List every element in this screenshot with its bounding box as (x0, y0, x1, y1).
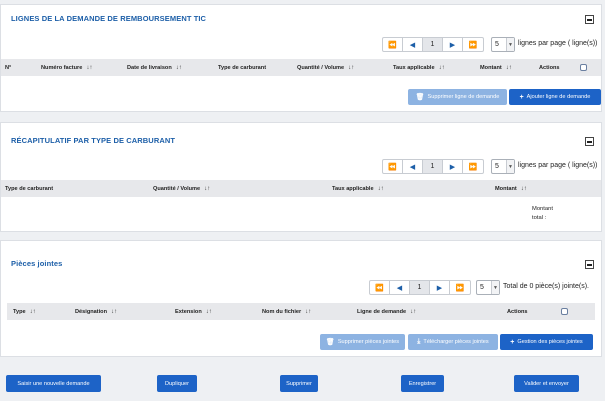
last-page-button[interactable]: ⏩ (463, 38, 483, 51)
col-actions: Actions (507, 308, 528, 315)
col-extension[interactable]: Extension ↓↑ (175, 303, 212, 320)
summary-panel: RÉCAPITULATIF PAR TYPE DE CARBURANT ⏪ ◀ … (0, 122, 602, 232)
trash-icon: 🗑 (325, 339, 335, 346)
sort-icon: ↓↑ (175, 64, 182, 71)
attachments-panel-title: Pièces jointes (11, 259, 63, 268)
page-size-value: 5 (480, 284, 484, 291)
sort-icon: ↓↑ (410, 308, 417, 315)
validate-send-button[interactable]: Valider et envoyer (514, 375, 579, 392)
download-attachments-button[interactable]: ⤓ Télécharger pièces jointes (408, 334, 498, 350)
prev-page-button[interactable]: ◀ (403, 38, 423, 51)
attachments-total-label: Total de 0 pièce(s) jointe(s). (503, 283, 589, 290)
sort-icon: ↓↑ (505, 64, 512, 71)
last-page-button[interactable]: ⏩ (450, 281, 470, 294)
col-actions: Actions (539, 64, 560, 71)
col-number[interactable]: N° (5, 59, 11, 76)
save-button[interactable]: Enregistrer (401, 375, 444, 392)
trash-icon: 🗑 (415, 94, 425, 101)
col-file-name[interactable]: Nom du fichier ↓↑ (262, 303, 311, 320)
collapse-icon[interactable] (585, 260, 594, 269)
last-page-button[interactable]: ⏩ (463, 160, 483, 173)
col-amount[interactable]: Montant ↓↑ (495, 180, 527, 197)
delete-line-button[interactable]: 🗑 Supprimer ligne de demande (408, 89, 507, 105)
col-amount[interactable]: Montant ↓↑ (480, 59, 512, 76)
current-page[interactable]: 1 (423, 38, 443, 51)
sort-icon: ↓↑ (111, 308, 118, 315)
delete-attachments-button[interactable]: 🗑 Supprimer pièces jointes (320, 334, 405, 350)
next-page-button[interactable]: ▶ (430, 281, 450, 294)
sort-icon: ↓↑ (348, 64, 355, 71)
lines-table-header: N° Numéro facture ↓↑ Date de livraison ↓↑ … (1, 59, 601, 76)
col-request-line[interactable]: Ligne de demande ↓↑ (357, 303, 416, 320)
download-icon: ⤓ (417, 338, 421, 345)
page-size-select[interactable]: 5 ▼ (476, 280, 500, 295)
summary-pager: ⏪ ◀ 1 ▶ ⏩ (382, 159, 484, 174)
duplicate-button[interactable]: Dupliquer (157, 375, 197, 392)
first-page-button[interactable]: ⏪ (383, 38, 403, 51)
select-all-checkbox[interactable] (580, 64, 587, 71)
total-amount-label: Montant (532, 206, 553, 212)
sort-icon: ↓↑ (29, 308, 36, 315)
col-rate[interactable]: Taux applicable ↓↑ (393, 59, 445, 76)
sort-icon: ↓↑ (204, 185, 211, 192)
select-all-checkbox[interactable] (561, 308, 568, 315)
summary-panel-title: RÉCAPITULATIF PAR TYPE DE CARBURANT (11, 136, 176, 145)
sort-icon: ↓↑ (305, 308, 312, 315)
sort-icon: ↓↑ (520, 185, 527, 192)
total-amount-label-2: total : (532, 215, 547, 221)
first-page-button[interactable]: ⏪ (383, 160, 403, 173)
col-quantity[interactable]: Quantité / Volume ↓↑ (153, 180, 210, 197)
per-page-label: lignes par page ( ligne(s)) (518, 162, 598, 169)
prev-page-button[interactable]: ◀ (403, 160, 423, 173)
add-line-button[interactable]: + Ajouter ligne de demande (509, 89, 601, 105)
first-page-button[interactable]: ⏪ (370, 281, 390, 294)
col-fuel-type[interactable]: Type de carburant (218, 59, 266, 76)
page-size-select[interactable]: 5 ▼ (491, 159, 515, 174)
col-fuel-type[interactable]: Type de carburant (5, 180, 53, 197)
collapse-icon[interactable] (585, 137, 594, 146)
lines-panel-title: LIGNES DE LA DEMANDE DE REMBOURSEMENT TI… (11, 14, 207, 23)
chevron-down-icon: ▼ (506, 38, 514, 51)
col-designation[interactable]: Désignation ↓↑ (75, 303, 117, 320)
prev-page-button[interactable]: ◀ (390, 281, 410, 294)
lines-pager: ⏪ ◀ 1 ▶ ⏩ (382, 37, 484, 52)
col-delivery-date[interactable]: Date de livraison ↓↑ (127, 59, 182, 76)
page-size-value: 5 (495, 41, 499, 48)
per-page-label: lignes par page ( ligne(s)) (518, 40, 598, 47)
manage-attachments-button[interactable]: + Gestion des pièces jointes (500, 334, 593, 350)
lines-panel: LIGNES DE LA DEMANDE DE REMBOURSEMENT TI… (0, 4, 602, 112)
collapse-icon[interactable] (585, 15, 594, 24)
next-page-button[interactable]: ▶ (443, 38, 463, 51)
col-rate[interactable]: Taux applicable ↓↑ (332, 180, 384, 197)
plus-icon: + (519, 93, 524, 101)
col-invoice-number[interactable]: Numéro facture ↓↑ (41, 59, 92, 76)
sort-icon: ↓↑ (438, 64, 445, 71)
sort-icon: ↓↑ (377, 185, 384, 192)
summary-table-header: Type de carburant Quantité / Volume ↓↑ Ta… (1, 180, 601, 197)
attachments-panel: Pièces jointes ⏪ ◀ 1 ▶ ⏩ 5 ▼ Total de 0 … (0, 240, 602, 357)
delete-request-button[interactable]: Supprimer (280, 375, 318, 392)
chevron-down-icon: ▼ (491, 281, 499, 294)
current-page[interactable]: 1 (410, 281, 430, 294)
attachments-pager: ⏪ ◀ 1 ▶ ⏩ (369, 280, 471, 295)
col-quantity[interactable]: Quantité / Volume ↓↑ (297, 59, 354, 76)
attachments-table-header: Type ↓↑ Désignation ↓↑ Extension ↓↑ Nom du … (7, 303, 595, 320)
next-page-button[interactable]: ▶ (443, 160, 463, 173)
new-request-button[interactable]: Saisir une nouvelle demande (6, 375, 101, 392)
page-size-value: 5 (495, 163, 499, 170)
col-type[interactable]: Type ↓↑ (13, 303, 36, 320)
page-size-select[interactable]: 5 ▼ (491, 37, 515, 52)
plus-icon: + (510, 338, 515, 346)
sort-icon: ↓↑ (205, 308, 212, 315)
chevron-down-icon: ▼ (506, 160, 514, 173)
sort-icon: ↓↑ (86, 64, 93, 71)
current-page[interactable]: 1 (423, 160, 443, 173)
